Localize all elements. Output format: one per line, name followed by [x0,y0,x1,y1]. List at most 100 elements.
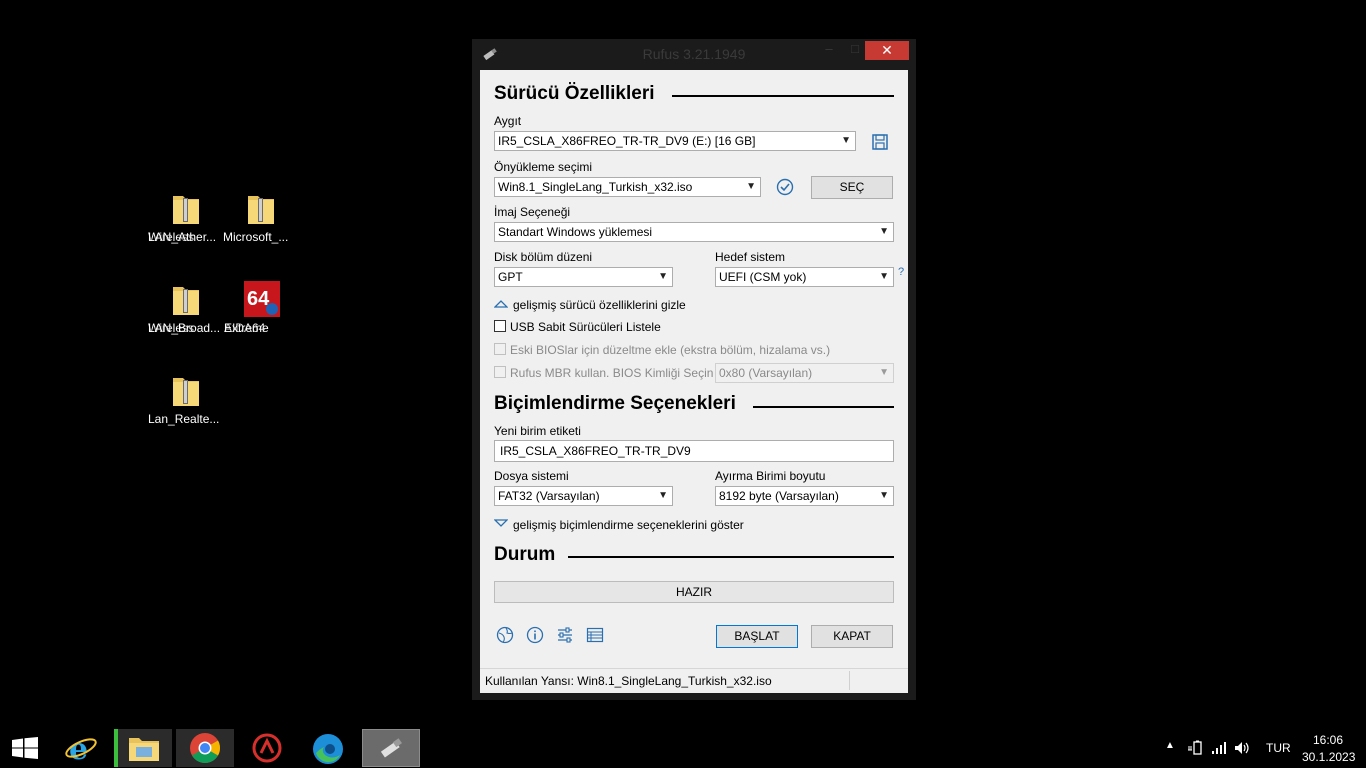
section-title-format-options: Biçimlendirme Seçenekleri [494,393,736,414]
section-divider [568,556,894,558]
desktop-icon-label: Lan_Realte... [148,412,220,426]
bios-id-select[interactable]: 0x80 (Varsayılan) ▼ [715,363,894,383]
rufus-client-area: Sürücü Özellikleri Aygıt IR5_CSLA_X86FRE… [480,70,908,692]
globe-icon[interactable] [495,625,515,645]
volume-icon[interactable] [1234,740,1250,756]
image-option-select[interactable]: Standart Windows yüklemesi ▼ [494,222,894,242]
chevron-down-icon: ▼ [879,367,889,378]
usb-list-checkbox[interactable] [494,320,506,332]
target-system-label: Hedef sistem [715,250,786,264]
language-indicator[interactable]: TUR [1266,741,1291,755]
start-button[interactable]: BAŞLAT [716,625,798,648]
aida64-icon: 64 [244,281,280,317]
folder-icon [129,738,159,761]
desktop-icon-wireless-lan-broadcom[interactable]: Wireless LAN_Broad... [148,281,224,335]
usb-list-label: USB Sabit Sürücüleri Listele [510,320,661,334]
clock-time[interactable]: 16:06 [1313,733,1343,747]
chevron-down-icon: ▼ [658,271,668,282]
file-system-select[interactable]: FAT32 (Varsayılan) ▼ [494,486,673,506]
desktop-icon-wireless-lan-atheros[interactable]: Wireless LAN_Ather... [148,190,224,244]
aida64-taskbar-icon[interactable] [252,733,282,763]
chevron-up-icon[interactable] [494,299,508,309]
section-title-drive-properties: Sürücü Özellikleri [494,83,655,104]
chrome-icon [190,733,221,764]
folder-zip-icon [248,196,274,224]
chrome-taskbar-button[interactable] [176,729,234,767]
partition-scheme-label: Disk bölüm düzeni [494,250,593,264]
chevron-down-icon: ▼ [746,181,756,192]
section-title-status: Durum [494,544,556,565]
battery-plug-icon[interactable] [1187,740,1203,756]
bios-id-value: 0x80 (Varsayılan) [719,366,813,380]
volume-label-label: Yeni birim etiketi [494,424,581,438]
folder-zip-icon [173,378,199,406]
file-system-value: FAT32 (Varsayılan) [498,489,600,503]
device-label: Aygıt [494,114,522,128]
edge-icon[interactable] [312,733,344,765]
desktop-icon-label: Microsoft_... [223,230,289,244]
usb-drive-icon [380,738,402,758]
rufus-taskbar-button[interactable] [362,729,420,767]
chevron-down-icon: ▼ [879,271,889,282]
old-bios-checkbox[interactable] [494,343,506,355]
chevron-down-icon: ▼ [841,135,851,146]
image-option-label: İmaj Seçeneği [494,205,571,219]
status-bar-text: Kullanılan Yansı: Win8.1_SingleLang_Turk… [485,674,772,688]
section-divider [672,95,894,97]
target-system-select[interactable]: UEFI (CSM yok) ▼ [715,267,894,287]
boot-selection-label: Önyükleme seçimi [494,160,593,174]
desktop-icon-aida64[interactable]: 64 AIDA64 Extreme [224,281,300,335]
log-icon[interactable] [585,625,605,645]
device-select-value: IR5_CSLA_X86FREO_TR-TR_DV9 (E:) [16 GB] [498,134,756,148]
file-system-label: Dosya sistemi [494,469,569,483]
clock-date[interactable]: 30.1.2023 [1302,750,1355,764]
rufus-mbr-checkbox[interactable] [494,366,506,378]
save-icon[interactable] [870,132,890,152]
device-select[interactable]: IR5_CSLA_X86FREO_TR-TR_DV9 (E:) [16 GB] … [494,131,856,151]
help-icon[interactable]: ? [898,266,904,278]
cluster-size-label: Ayırma Birimi boyutu [715,469,826,483]
desktop-icon-microsoft[interactable]: Microsoft_... [223,190,299,244]
boot-selection-value: Win8.1_SingleLang_Turkish_x32.iso [498,180,693,194]
cluster-size-select[interactable]: 8192 byte (Varsayılan) ▼ [715,486,894,506]
boot-selection-select[interactable]: Win8.1_SingleLang_Turkish_x32.iso ▼ [494,177,761,197]
old-bios-label: Eski BIOSlar için düzeltme ekle (ekstra … [510,343,831,357]
chevron-down-icon: ▼ [879,490,889,501]
file-explorer-taskbar-button[interactable] [114,729,172,767]
minimize-button[interactable]: – [816,41,842,59]
folder-zip-icon [173,287,199,315]
chevron-down-icon: ▼ [879,226,889,237]
section-divider [753,406,894,408]
taskbar: e ▲ TUR 16:06 30.1.2023 [0,728,1366,768]
advanced-drive-toggle[interactable]: gelişmiş sürücü özelliklerini gizle [513,298,686,312]
volume-label-input[interactable]: IR5_CSLA_X86FREO_TR-TR_DV9 [494,440,894,462]
internet-explorer-icon[interactable]: e [64,731,98,765]
partition-scheme-select[interactable]: GPT ▼ [494,267,673,287]
status-bar: Kullanılan Yansı: Win8.1_SingleLang_Turk… [480,668,908,693]
select-button[interactable]: SEÇ [811,176,893,199]
close-button[interactable]: ✕ [865,41,909,60]
chevron-down-icon: ▼ [658,490,668,501]
settings-sliders-icon[interactable] [555,625,575,645]
cluster-size-value: 8192 byte (Varsayılan) [719,489,839,503]
check-circle-icon[interactable] [775,177,795,197]
advanced-format-toggle[interactable]: gelişmiş biçimlendirme seçeneklerini gös… [513,518,744,532]
rufus-mbr-label: Rufus MBR kullan. BIOS Kimliği Seçin [510,366,714,380]
windows-start-icon[interactable] [12,737,38,759]
desktop-icon-lan-realtek[interactable]: Lan_Realte... [148,372,224,426]
close-window-button[interactable]: KAPAT [811,625,893,648]
tray-overflow-chevron-icon[interactable]: ▲ [1165,740,1175,751]
network-signal-icon[interactable] [1211,741,1227,755]
desktop-icon-label: Extreme [224,321,269,335]
desktop-icon-label: LAN_Broad... [148,321,221,335]
desktop-icon-label: LAN_Ather... [148,230,217,244]
target-system-value: UEFI (CSM yok) [719,270,807,284]
partition-scheme-value: GPT [498,270,523,284]
folder-zip-icon [173,196,199,224]
info-icon[interactable] [525,625,545,645]
image-option-value: Standart Windows yüklemesi [498,225,653,239]
status-bar-separator [849,671,850,690]
title-bar[interactable]: Rufus 3.21.1949 – □ ✕ [472,39,916,69]
chevron-down-icon[interactable] [494,518,508,528]
svg-text:e: e [69,732,88,765]
